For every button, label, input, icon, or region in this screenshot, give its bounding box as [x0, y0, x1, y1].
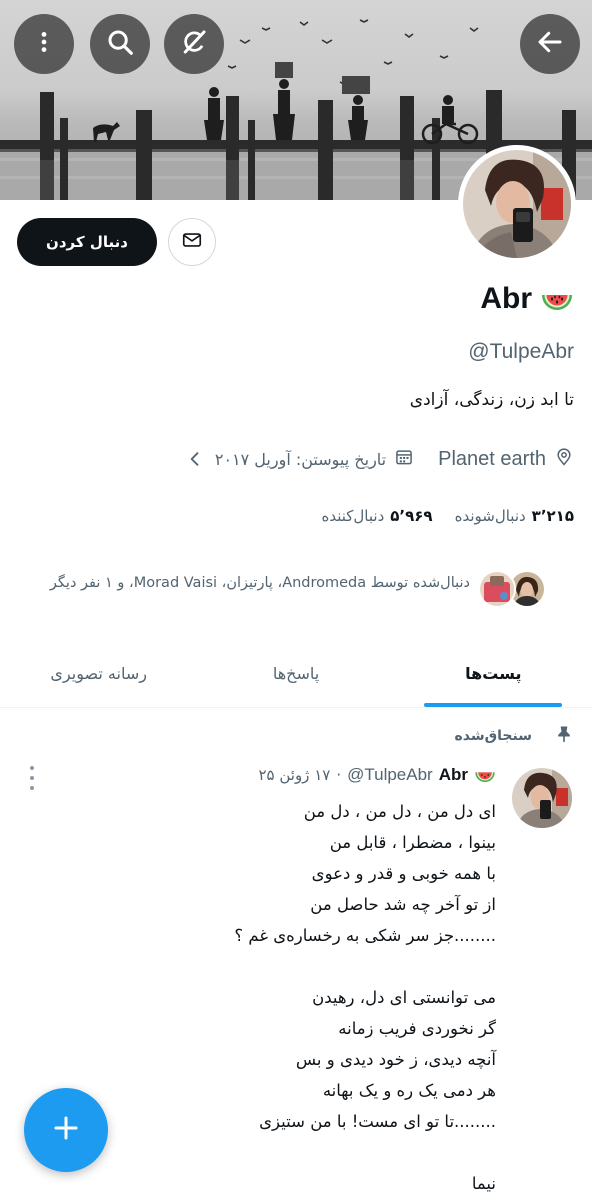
message-button[interactable]	[168, 218, 216, 266]
profile-tabs: پست‌ها پاسخ‌ها رسانه تصویری	[0, 640, 592, 708]
following-count: ۳٬۲۱۵	[531, 507, 574, 525]
vertical-dots-icon	[31, 29, 57, 59]
tweet-line: با همه خوبی و قدر و دعوی	[311, 864, 496, 883]
follow-button[interactable]: دنبال کردن	[17, 218, 157, 266]
tweet-author-name[interactable]: Abr	[439, 765, 468, 785]
grok-button[interactable]	[164, 14, 224, 74]
follow-stats: ۳٬۲۱۵ دنبال‌شونده ۵٬۹۶۹ دنبال‌کننده	[321, 507, 574, 525]
search-button[interactable]	[90, 14, 150, 74]
grok-icon	[179, 27, 209, 61]
followed-by[interactable]: دنبال‌شده توسط Andromeda، پارتیزان، Mora…	[6, 570, 546, 610]
tab-posts-label: پست‌ها	[465, 664, 522, 683]
location-pin-icon	[554, 446, 574, 472]
arrow-left-icon	[535, 27, 565, 61]
profile-handle: @TulpeAbr	[468, 340, 574, 363]
tab-media-label: رسانه تصویری	[50, 664, 147, 683]
joined-date: تاریخ پیوستن: آوریل ۲۰۱۷	[215, 447, 414, 471]
active-tab-indicator	[424, 703, 563, 707]
calendar-icon	[394, 447, 414, 471]
tweet-header: ۱۷ ژوئن ۲۵ · @TulpeAbr Abr 🍉	[258, 764, 496, 786]
dot	[30, 786, 34, 790]
more-options-button[interactable]	[14, 14, 74, 74]
search-icon	[105, 27, 135, 61]
envelope-icon	[181, 229, 203, 255]
joined-text: تاریخ پیوستن: آوریل ۲۰۱۷	[214, 449, 387, 469]
tweet-line: می توانستی ای دل، رهیدن	[312, 988, 496, 1007]
tweet-line: ........جز سر شکی به رخساره‌ی غم ؟	[234, 926, 496, 945]
name-row: Abr 🍉	[480, 282, 574, 316]
dot	[30, 766, 34, 770]
back-button[interactable]	[520, 14, 580, 74]
pinned-indicator: سنجاق‌شده	[455, 724, 574, 748]
pinned-label: سنجاق‌شده	[454, 728, 532, 744]
tweet-date[interactable]: ۱۷ ژوئن ۲۵	[258, 766, 330, 784]
tab-replies-label: پاسخ‌ها	[272, 664, 320, 683]
tweet-line: ای دل من ، دل من ، دل من	[303, 802, 496, 821]
tweet-line	[26, 951, 496, 982]
pin-icon	[554, 724, 574, 748]
location: Planet earth	[438, 446, 574, 472]
watermelon-emoji: 🍉	[540, 282, 574, 316]
followers-stat[interactable]: ۵٬۹۶۹ دنبال‌کننده	[321, 507, 432, 525]
following-label: دنبال‌شونده	[454, 507, 526, 525]
tab-replies[interactable]: پاسخ‌ها	[197, 640, 394, 707]
profile-avatar[interactable]	[458, 145, 576, 263]
tweet-line: بینوا ، مضطرا ، قابل من	[329, 833, 496, 852]
profile-bio: تا ابد زن، زندگی، آزادی	[409, 390, 574, 410]
location-text: Planet earth	[438, 447, 546, 470]
follower-avatar	[478, 570, 516, 608]
dot	[30, 776, 34, 780]
profile-meta: تاریخ پیوستن: آوریل ۲۰۱۷ Planet earth	[185, 446, 574, 472]
tweet-separator: ·	[336, 766, 342, 784]
chevron-left-icon[interactable]	[185, 449, 205, 469]
tweet-line: آنچه دیدی، ز خود دیدی و بس	[295, 1050, 496, 1069]
watermelon-emoji: 🍉	[474, 764, 496, 786]
display-name: Abr	[480, 282, 532, 315]
tab-posts[interactable]: پست‌ها	[395, 640, 592, 707]
plus-icon	[51, 1113, 81, 1147]
followed-by-avatars	[476, 570, 546, 610]
tweet-more-button[interactable]	[22, 766, 42, 790]
followers-label: دنبال‌کننده	[321, 507, 385, 525]
tweet-line: از تو آخر چه شد حاصل من	[310, 895, 496, 914]
followed-by-text: دنبال‌شده توسط Andromeda، پارتیزان، Mora…	[49, 575, 470, 591]
following-stat[interactable]: ۳٬۲۱۵ دنبال‌شونده	[455, 507, 574, 525]
followers-count: ۵٬۹۶۹	[390, 507, 433, 525]
tweet-author-avatar[interactable]	[512, 768, 572, 828]
compose-post-button[interactable]	[24, 1088, 108, 1172]
tweet-line: گر نخوردی فریب زمانه	[338, 1019, 496, 1038]
tweet-line: نیما	[471, 1174, 496, 1193]
tweet-author-handle[interactable]: @TulpeAbr	[347, 765, 433, 785]
tab-media[interactable]: رسانه تصویری	[0, 640, 197, 707]
